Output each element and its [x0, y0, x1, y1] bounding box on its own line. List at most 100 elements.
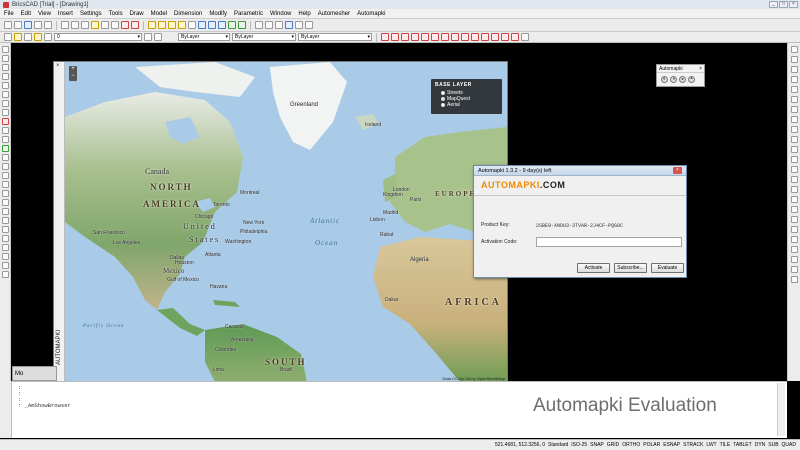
radio-icon[interactable]: [441, 103, 445, 107]
pan-icon[interactable]: [188, 21, 196, 29]
align-icon[interactable]: [790, 246, 798, 253]
render-icon[interactable]: [238, 21, 246, 29]
layer-color-icon[interactable]: [44, 33, 52, 41]
zoom-out-button[interactable]: −: [69, 73, 77, 80]
snap-endpoint-icon[interactable]: [381, 33, 389, 41]
scale-icon[interactable]: [790, 116, 798, 123]
snap-perpendicular-icon[interactable]: [451, 33, 459, 41]
menu-draw[interactable]: Draw: [130, 11, 144, 17]
rotate-icon[interactable]: [790, 106, 798, 113]
point-icon[interactable]: [1, 118, 9, 125]
toggle-polar[interactable]: POLAR: [643, 442, 660, 448]
view-top-icon[interactable]: [198, 21, 206, 29]
circle-icon[interactable]: [1, 91, 9, 98]
attribute-icon[interactable]: [1, 226, 9, 233]
text-icon[interactable]: [1, 181, 9, 188]
lengthen-icon[interactable]: [790, 136, 798, 143]
spline-icon[interactable]: [1, 109, 9, 116]
lineweight-dropdown[interactable]: ByLayer: [298, 33, 372, 41]
snap-midpoint-icon[interactable]: [391, 33, 399, 41]
close-button[interactable]: ×: [789, 1, 798, 8]
capture-map-icon[interactable]: ◑: [670, 76, 677, 83]
move-icon[interactable]: [790, 96, 798, 103]
menu-automapki[interactable]: Automapki: [357, 11, 385, 17]
lock-icon[interactable]: [24, 33, 32, 41]
block-icon[interactable]: [1, 208, 9, 215]
view-right-icon[interactable]: [218, 21, 226, 29]
paste-icon[interactable]: [81, 21, 89, 29]
menu-model[interactable]: Model: [151, 11, 167, 17]
arc-icon[interactable]: [1, 64, 9, 71]
snap-node-icon[interactable]: [411, 33, 419, 41]
insert-block-icon[interactable]: [1, 217, 9, 224]
divide-icon[interactable]: [790, 226, 798, 233]
menu-file[interactable]: File: [4, 11, 14, 17]
toggle-tile[interactable]: TILE: [720, 442, 731, 448]
freeze-icon[interactable]: [34, 33, 42, 41]
cut-icon[interactable]: [61, 21, 69, 29]
snap-apparent-icon[interactable]: [481, 33, 489, 41]
snap-center-icon[interactable]: [401, 33, 409, 41]
activation-code-input[interactable]: [536, 237, 682, 247]
snap-insertion-icon[interactable]: [441, 33, 449, 41]
ellipse-icon[interactable]: [1, 100, 9, 107]
make-current-icon[interactable]: [144, 33, 152, 41]
toggle-ortho[interactable]: ORTHO: [622, 442, 640, 448]
view-front-icon[interactable]: [208, 21, 216, 29]
snap-settings-icon[interactable]: [521, 33, 529, 41]
subscribe-button[interactable]: Subscribe...: [614, 263, 647, 273]
measure-icon[interactable]: [790, 236, 798, 243]
trim-icon[interactable]: [790, 146, 798, 153]
new-icon[interactable]: [4, 21, 12, 29]
maximize-button[interactable]: □: [779, 1, 788, 8]
mtext-icon[interactable]: [1, 190, 9, 197]
snap-quadrant-icon[interactable]: [421, 33, 429, 41]
toggle-strack[interactable]: STRACK: [683, 442, 703, 448]
redo-icon[interactable]: [111, 21, 119, 29]
help-icon[interactable]: [285, 21, 293, 29]
dialog-close-button[interactable]: ×: [673, 167, 682, 174]
toggle-dyn[interactable]: DYN: [755, 442, 766, 448]
snap-tangent-icon[interactable]: [461, 33, 469, 41]
offset-icon[interactable]: [790, 76, 798, 83]
erase-icon[interactable]: [790, 46, 798, 53]
toggle-lwt[interactable]: LWT: [706, 442, 716, 448]
table-icon[interactable]: [1, 199, 9, 206]
menu-window[interactable]: Window: [270, 11, 291, 17]
layers-icon[interactable]: [265, 21, 273, 29]
area-icon[interactable]: [790, 276, 798, 283]
copy-entity-icon[interactable]: [790, 56, 798, 63]
revcloud-icon[interactable]: [1, 244, 9, 251]
polygon-icon[interactable]: [1, 82, 9, 89]
pedit-icon[interactable]: [790, 216, 798, 223]
line-icon[interactable]: [1, 46, 9, 53]
toggle-sub[interactable]: SUB: [768, 442, 778, 448]
activate-button[interactable]: Activate: [577, 263, 610, 273]
refresh-map-icon[interactable]: ◒: [679, 76, 686, 83]
solid-icon[interactable]: [1, 271, 9, 278]
snap-extension-icon[interactable]: [501, 33, 509, 41]
chamfer-icon[interactable]: [790, 186, 798, 193]
join-icon[interactable]: [790, 176, 798, 183]
zoom-in-icon[interactable]: [148, 21, 156, 29]
regen-icon[interactable]: [131, 21, 139, 29]
polyline-icon[interactable]: [1, 55, 9, 62]
copy-icon[interactable]: [71, 21, 79, 29]
toggle-grid[interactable]: GRID: [607, 442, 620, 448]
properties-icon[interactable]: [255, 21, 263, 29]
toggle-snap[interactable]: SNAP: [590, 442, 604, 448]
region-icon[interactable]: [1, 163, 9, 170]
linetype-dropdown[interactable]: ByLayer: [232, 33, 296, 41]
menu-settings[interactable]: Settings: [80, 11, 102, 17]
rectangle-icon[interactable]: [1, 73, 9, 80]
menu-dimension[interactable]: Dimension: [174, 11, 202, 17]
snap-clear-icon[interactable]: [511, 33, 519, 41]
extend-icon[interactable]: [790, 156, 798, 163]
break-icon[interactable]: [790, 166, 798, 173]
radio-selected-icon[interactable]: [441, 97, 445, 101]
zoom-extents-icon[interactable]: [178, 21, 186, 29]
xline-icon[interactable]: [1, 136, 9, 143]
menu-tools[interactable]: Tools: [109, 11, 123, 17]
menu-parametric[interactable]: Parametric: [234, 11, 263, 17]
view-iso-icon[interactable]: [228, 21, 236, 29]
